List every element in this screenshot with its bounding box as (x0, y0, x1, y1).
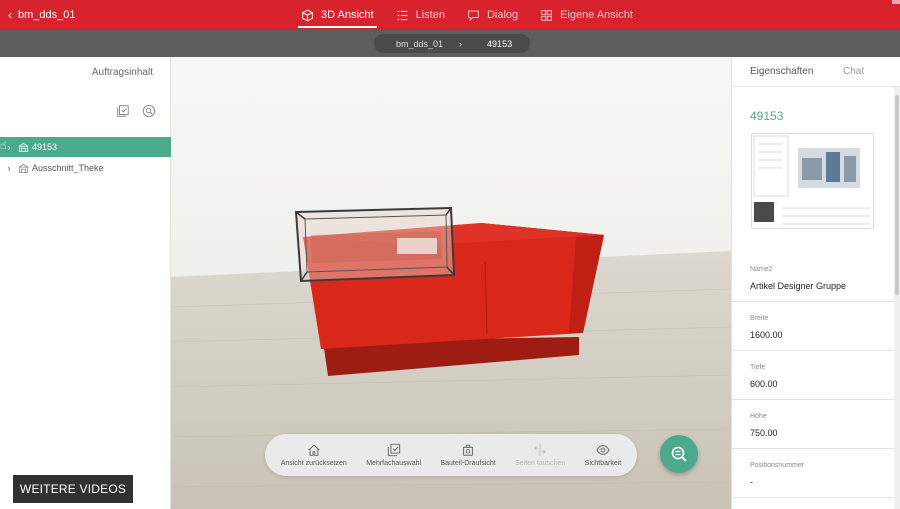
left-panel-header: Auftragsinhalt (0, 57, 171, 87)
cube-icon (302, 9, 313, 21)
property-value-positionsnummer: - (750, 477, 753, 487)
property-value-tiefe: 600.00 (750, 379, 778, 389)
breadcrumb: bm_dds_01 › 49153 (374, 34, 530, 53)
right-panel-scrollbar[interactable] (894, 87, 900, 509)
breadcrumb-root[interactable]: bm_dds_01 (396, 39, 443, 49)
multi-select-button[interactable]: Mehrfachauswahl (366, 443, 421, 467)
property-value-name2: Artikel Designer Gruppe (750, 281, 847, 291)
multi-select-icon (387, 443, 400, 457)
tree-item-label: Ausschnitt_Theke (32, 163, 104, 173)
swap-sides-icon (534, 443, 547, 457)
tree-item-ausschnitt-theke[interactable]: › Ausschnitt_Theke (0, 158, 171, 178)
divider (732, 399, 894, 400)
object-title: 49153 (750, 109, 784, 123)
home-icon (308, 444, 320, 456)
property-label-positionsnummer: Positionsnummer (750, 462, 805, 469)
property-label-hoehe: Höhe (750, 413, 767, 420)
drawing-preview-image (753, 135, 870, 225)
window-edge-indicator (892, 0, 900, 4)
back-button[interactable]: ‹ bm_dds_01 (8, 0, 76, 30)
swap-sides-button[interactable]: Seiten tauschen (515, 443, 565, 467)
glass-case-item (397, 238, 437, 254)
breadcrumb-current[interactable]: 49153 (487, 39, 512, 49)
visibility-button[interactable]: Sichtbarkeit (585, 443, 621, 467)
view-tabs: 3D Ansicht Listen Dialog Eigene Ansicht (290, 0, 644, 30)
top-view-icon (463, 444, 473, 456)
tab-listen[interactable]: Listen (385, 0, 456, 30)
project-name: bm_dds_01 (18, 9, 76, 21)
object-thumbnail[interactable] (751, 133, 874, 229)
tree-item-label: 49153 (32, 142, 58, 152)
divider (732, 448, 894, 449)
divider (732, 301, 894, 302)
divider (732, 350, 894, 351)
property-value-hoehe: 750.00 (750, 428, 778, 438)
breadcrumb-separator: › (459, 38, 463, 49)
scrollbar-thumb[interactable] (895, 95, 899, 295)
eye-icon (596, 445, 610, 455)
assembly-icon (18, 163, 29, 173)
top-view-button[interactable]: Bauteil-Draufsicht (440, 443, 496, 467)
more-videos-overlay[interactable]: WEITERE VIDEOS (13, 475, 133, 503)
property-value-breite: 1600.00 (750, 330, 783, 340)
property-label-breite: Breite (750, 315, 769, 322)
tab-3d-ansicht[interactable]: 3D Ansicht (290, 0, 385, 30)
chevron-right-icon[interactable]: › (0, 163, 18, 173)
chevron-left-icon: ‹ (8, 8, 12, 22)
divider (732, 497, 894, 498)
grid-icon (541, 9, 553, 21)
left-panel-title[interactable]: Auftragsinhalt (92, 67, 153, 78)
zoom-fit-button[interactable] (660, 435, 698, 473)
dialog-icon (468, 10, 479, 21)
view-toolbar: Ansicht zurücksetzen Mehrfachauswahl Bau… (265, 434, 637, 476)
zoom-search-icon (671, 446, 687, 462)
tab-chat[interactable]: Chat (843, 66, 864, 77)
tab-eigenschaften[interactable]: Eigenschaften (750, 66, 813, 77)
select-all-icon[interactable] (116, 104, 130, 118)
reset-view-button[interactable]: Ansicht zurücksetzen (281, 443, 347, 467)
glass-display-case[interactable] (294, 206, 456, 283)
left-panel-tools (116, 104, 156, 118)
assembly-icon (18, 142, 29, 152)
list-icon (397, 10, 407, 20)
property-label-name2: Name2 (750, 266, 773, 273)
tab-dialog[interactable]: Dialog (456, 0, 529, 30)
top-bar: ‹ bm_dds_01 3D Ansicht Listen Dialog Eig… (0, 0, 900, 30)
search-icon[interactable] (142, 104, 156, 118)
right-panel: Eigenschaften Chat 49153 Name2 Artikel D… (731, 57, 900, 509)
right-panel-tabs: Eigenschaften Chat (732, 57, 900, 87)
tab-eigene-ansicht[interactable]: Eigene Ansicht (529, 0, 644, 30)
left-panel: Auftragsinhalt › 49153 ☝ › Ausschnitt_Th… (0, 57, 171, 509)
mouse-cursor-icon: ☝ (0, 140, 7, 152)
breadcrumb-bar: bm_dds_01 › 49153 (0, 30, 900, 57)
tree-item-49153[interactable]: › 49153 ☝ (0, 137, 171, 157)
property-label-tiefe: Tiefe (750, 364, 766, 371)
